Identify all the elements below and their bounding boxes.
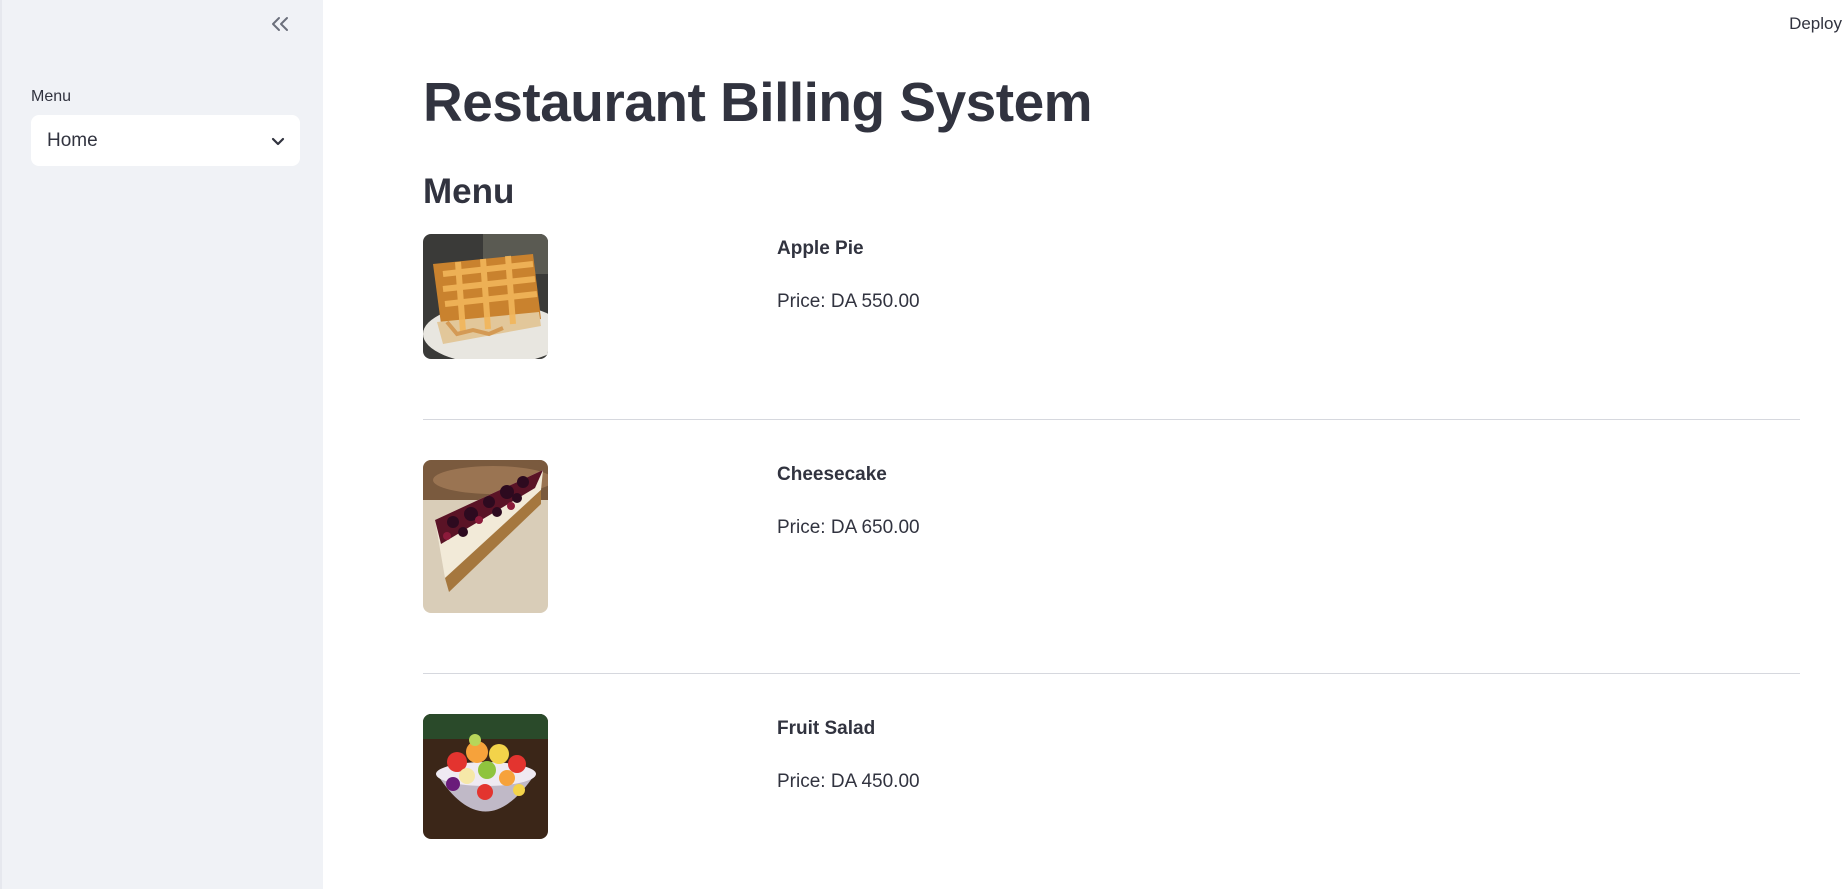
menu-select-label: Menu	[31, 88, 72, 105]
double-chevron-left-icon	[272, 17, 288, 31]
menu-select-value: Home	[47, 129, 98, 151]
deploy-button[interactable]: Deploy	[1789, 14, 1842, 34]
apple-pie-image	[423, 234, 548, 359]
item-name: Fruit Salad	[777, 718, 876, 739]
item-price: Price: DA 650.00	[777, 517, 920, 538]
fruit-salad-image	[423, 714, 548, 839]
cheesecake-image	[423, 460, 548, 613]
section-title: Menu	[423, 172, 515, 211]
divider	[423, 419, 1800, 420]
item-price: Price: DA 450.00	[777, 771, 920, 792]
chevron-down-icon	[271, 137, 285, 145]
menu-select[interactable]: Home	[31, 115, 300, 166]
app-root: Menu Home Deploy Restaurant Billing Syst…	[0, 0, 1842, 889]
sidebar: Menu Home	[0, 0, 323, 889]
divider	[423, 673, 1800, 674]
item-name: Apple Pie	[777, 238, 864, 259]
item-price: Price: DA 550.00	[777, 291, 920, 312]
item-name: Cheesecake	[777, 464, 887, 485]
collapse-sidebar-button[interactable]	[266, 10, 294, 38]
page-title: Restaurant Billing System	[423, 71, 1093, 133]
